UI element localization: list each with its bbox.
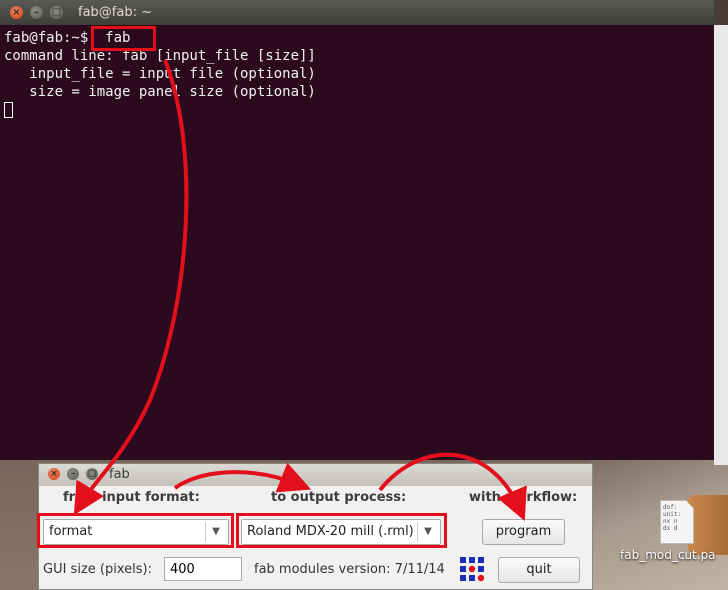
command-highlight [91,26,156,51]
output-process-highlight [236,513,447,548]
workflow-heading: with workflow: [469,490,578,505]
quit-button[interactable]: quit [498,557,580,583]
terminal-cursor [4,102,13,118]
program-button[interactable]: program [482,519,565,545]
desktop-file-label[interactable]: fab_mod_cut.pa [620,548,716,562]
fab-title: fab [109,467,130,482]
gui-size-input[interactable] [164,557,242,581]
maximize-icon[interactable]: □ [86,468,98,480]
fab-titlebar[interactable]: × – □ fab [39,464,592,486]
terminal-line: size = image panel size (optional) [4,84,316,100]
document-icon[interactable]: dof: unit: nx n dx d [660,500,694,544]
terminal-line: input_file = input file (optional) [4,66,316,82]
output-process-heading: to output process: [271,490,407,505]
minimize-icon[interactable]: – [67,468,79,480]
minimize-icon[interactable]: – [30,6,43,19]
terminal-prompt: fab@fab:~$ [4,30,89,46]
input-format-heading: from input format: [63,490,200,505]
background-window-edge [714,25,728,465]
terminal-titlebar[interactable]: × – □ fab@fab: ~ [0,0,714,25]
gui-size-label: GUI size (pixels): [43,562,152,577]
desktop-wallpaper [590,455,728,590]
input-format-highlight [37,513,234,548]
terminal-output[interactable]: fab@fab:~$ fab command line: fab [input_… [0,25,714,460]
maximize-icon[interactable]: □ [50,6,63,19]
terminal-title: fab@fab: ~ [78,5,152,20]
close-icon[interactable]: × [48,468,60,480]
close-icon[interactable]: × [10,6,23,19]
version-label: fab modules version: 7/11/14 [254,562,445,577]
terminal-window: × – □ fab@fab: ~ fab@fab:~$ fab command … [0,0,714,460]
fab-logo-icon [460,557,485,582]
